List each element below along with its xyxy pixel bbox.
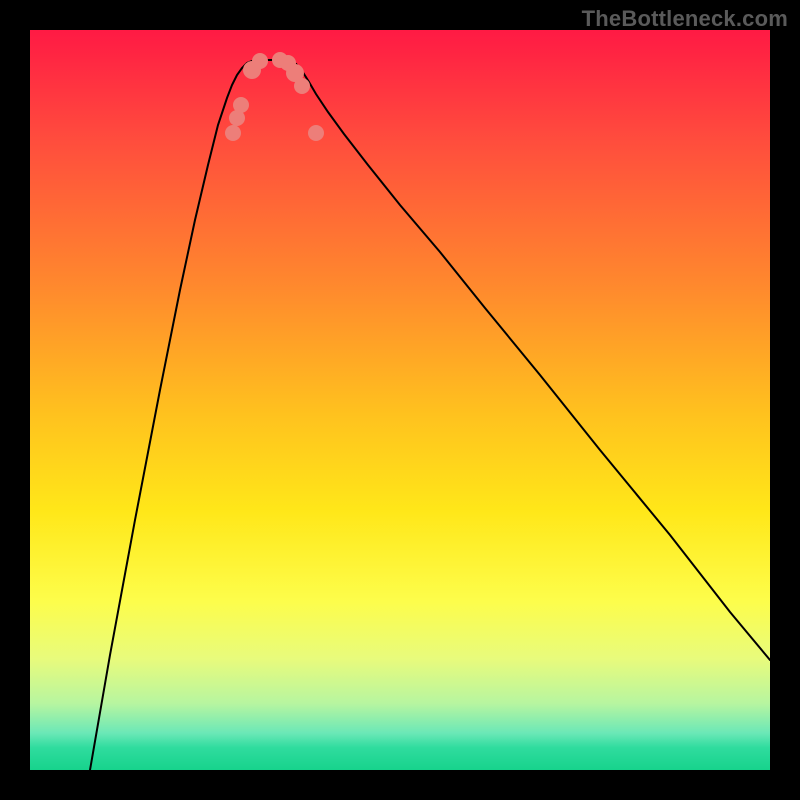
curve-right-curve [288, 60, 770, 660]
marker-group [225, 52, 324, 141]
bottleneck-chart [30, 30, 770, 770]
data-point-8 [294, 78, 310, 94]
curve-group [90, 60, 770, 770]
data-point-4 [252, 53, 268, 69]
watermark-text: TheBottleneck.com [582, 6, 788, 32]
chart-area [30, 30, 770, 770]
curve-left-curve [90, 60, 258, 770]
data-point-2 [233, 97, 249, 113]
data-point-0 [225, 125, 241, 141]
data-point-9 [308, 125, 324, 141]
